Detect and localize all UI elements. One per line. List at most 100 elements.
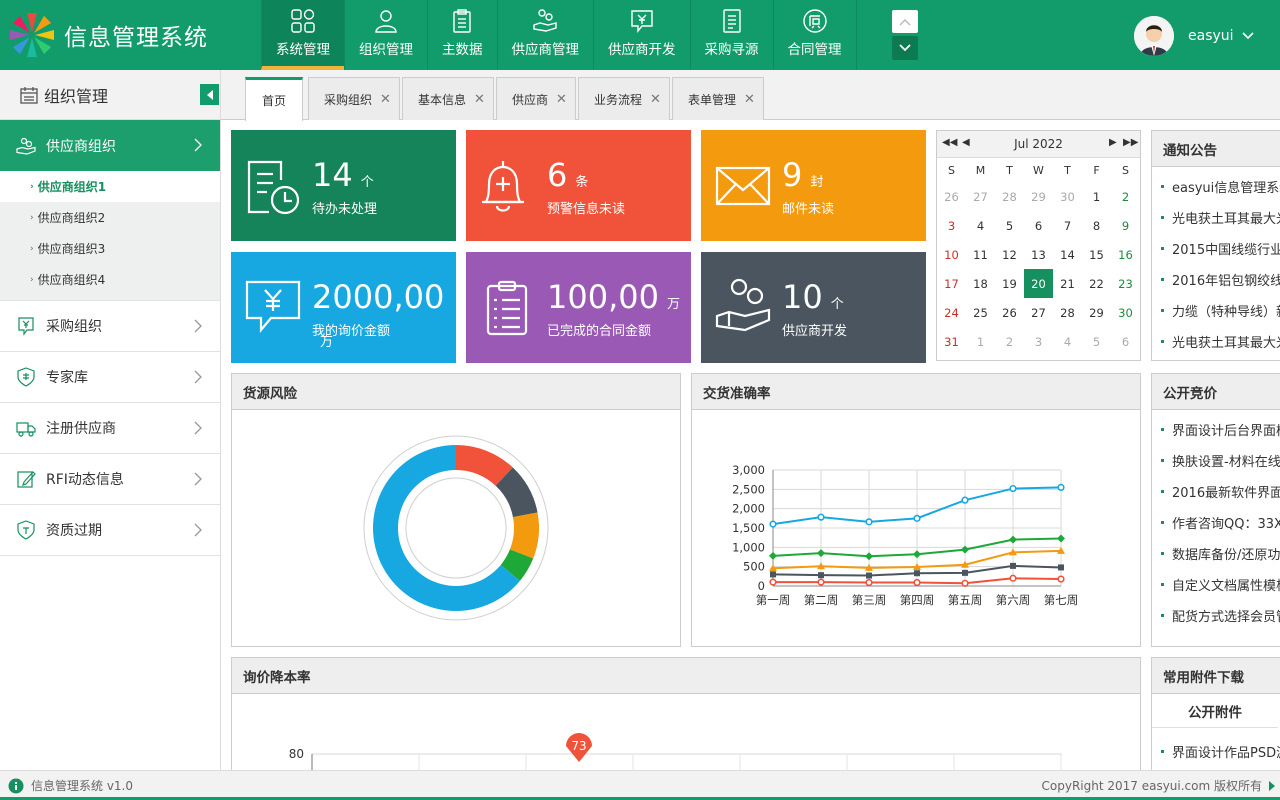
bidding-item[interactable]: 2016最新软件界面设计 xyxy=(1152,476,1280,507)
tile-todo[interactable]: 14 个 待办未处理 xyxy=(231,130,456,241)
submenu-item-supplier-org-1[interactable]: › 供应商组织1 xyxy=(0,171,220,202)
sidebar-item-qualification-expired[interactable]: 资质过期 xyxy=(0,505,220,556)
calendar-day-today[interactable]: 20 xyxy=(1024,269,1053,298)
data-point[interactable] xyxy=(1057,534,1065,543)
data-point[interactable] xyxy=(769,578,777,586)
calendar-day[interactable]: 5 xyxy=(995,211,1024,240)
tile-warnings[interactable]: 6条 预警信息未读 xyxy=(466,130,691,241)
data-point[interactable] xyxy=(1057,575,1065,583)
nav-supplier-dev[interactable]: 供应商开发 xyxy=(593,0,690,70)
data-point[interactable] xyxy=(817,549,825,558)
data-point[interactable] xyxy=(913,578,921,587)
calendar-day[interactable]: 22 xyxy=(1082,269,1111,298)
calendar-day[interactable]: 30 xyxy=(1111,298,1140,327)
data-point[interactable] xyxy=(1010,562,1016,569)
calendar-day[interactable]: 2 xyxy=(1111,182,1140,211)
calendar-day[interactable]: 4 xyxy=(966,211,995,240)
data-point[interactable] xyxy=(1057,483,1065,491)
calendar-day[interactable]: 13 xyxy=(1024,240,1053,269)
close-icon[interactable]: ✕ xyxy=(380,92,391,107)
bidding-item[interactable]: 界面设计后台界面模板 xyxy=(1152,414,1280,445)
data-point[interactable] xyxy=(961,579,969,587)
close-icon[interactable]: ✕ xyxy=(474,92,485,107)
sidebar-item-purchasing-org[interactable]: 采购组织 xyxy=(0,301,220,352)
notice-item[interactable]: easyui信息管理系统发布 xyxy=(1152,171,1280,202)
notice-item[interactable]: 光电获土耳其最大光缆订单 xyxy=(1152,326,1280,357)
nav-organization[interactable]: 组织管理 xyxy=(344,0,427,70)
nav-supplier-mgmt[interactable]: 供应商管理 xyxy=(496,0,594,70)
sidebar-item-supplier-org[interactable]: 供应商组织 xyxy=(0,120,220,171)
calendar-day[interactable]: 26 xyxy=(937,182,966,211)
notice-item[interactable]: 力缆（特种导线）新品上市 xyxy=(1152,295,1280,326)
calendar-day[interactable]: 27 xyxy=(966,182,995,211)
data-point[interactable] xyxy=(865,518,873,526)
calendar-day[interactable]: 1 xyxy=(1082,182,1111,211)
nav-contract[interactable]: 合同管理 xyxy=(772,0,857,70)
data-point[interactable] xyxy=(914,570,920,577)
calendar-day[interactable]: 28 xyxy=(1053,298,1082,327)
data-point[interactable] xyxy=(865,552,873,561)
data-point[interactable] xyxy=(913,514,921,522)
tab-workflow[interactable]: 业务流程 ✕ xyxy=(578,77,670,120)
notice-item[interactable]: 2016年铝包钢绞线市场分析 xyxy=(1152,264,1280,295)
tile-inquiry-amount[interactable]: 2000,00万 我的询价金额 xyxy=(231,252,456,363)
data-point[interactable] xyxy=(1009,484,1017,493)
sidebar-item-register-supplier[interactable]: 注册供应商 xyxy=(0,403,220,454)
nav-system[interactable]: 系统管理 xyxy=(261,0,344,70)
tab-form-mgmt[interactable]: 表单管理 ✕ xyxy=(672,77,764,120)
data-point[interactable] xyxy=(817,578,825,586)
calendar-day[interactable]: 29 xyxy=(1082,298,1111,327)
data-point[interactable] xyxy=(865,578,873,587)
calendar-day[interactable]: 7 xyxy=(1053,211,1082,240)
calendar-day[interactable]: 30 xyxy=(1053,182,1082,211)
calendar-day[interactable]: 6 xyxy=(1024,211,1053,240)
calendar-day[interactable]: 15 xyxy=(1082,240,1111,269)
calendar-day[interactable]: 3 xyxy=(937,211,966,240)
data-point[interactable] xyxy=(962,569,968,576)
nav-scroll-up-button[interactable] xyxy=(892,10,918,33)
data-point[interactable] xyxy=(961,496,969,504)
calendar-day[interactable]: 25 xyxy=(966,298,995,327)
calendar-day[interactable]: 18 xyxy=(966,269,995,298)
attachment-item[interactable]: 界面设计作品PSD源文件 xyxy=(1152,736,1280,767)
calendar-day[interactable]: 3 xyxy=(1024,327,1053,356)
data-point[interactable] xyxy=(866,572,872,579)
tab-home[interactable]: 首页 xyxy=(245,77,304,121)
calendar-day[interactable]: 16 xyxy=(1111,240,1140,269)
calendar-day[interactable]: 11 xyxy=(966,240,995,269)
tab-basic-info[interactable]: 基本信息 ✕ xyxy=(402,77,494,120)
calendar-day[interactable]: 21 xyxy=(1053,269,1082,298)
user-menu[interactable]: easyui xyxy=(1134,15,1254,57)
calendar-day[interactable]: 6 xyxy=(1111,327,1140,356)
calendar-day[interactable]: 14 xyxy=(1053,240,1082,269)
data-point[interactable] xyxy=(1058,564,1064,571)
tile-supplier-dev[interactable]: 10 个 供应商开发 xyxy=(701,252,926,363)
notice-item[interactable]: 2015中国线缆行业发展报告 xyxy=(1152,233,1280,264)
tile-contract-amount[interactable]: 100,00 万 已完成的合同金额 xyxy=(466,252,691,363)
data-point[interactable] xyxy=(1009,535,1017,544)
nav-master-data[interactable]: 主数据 xyxy=(427,0,497,70)
tab-supplier[interactable]: 供应商 ✕ xyxy=(496,77,576,120)
sidebar-collapse-button[interactable] xyxy=(200,84,219,105)
data-point[interactable] xyxy=(913,550,921,559)
notice-item[interactable]: 光电获土耳其最大光纤订单 xyxy=(1152,202,1280,233)
calendar-day[interactable]: 10 xyxy=(937,240,966,269)
calendar-day[interactable]: 1 xyxy=(966,327,995,356)
calendar-day[interactable]: 26 xyxy=(995,298,1024,327)
app-logo[interactable]: 信息管理系统 xyxy=(8,10,218,60)
next-year-icon[interactable]: ▶▶ xyxy=(1123,137,1138,148)
submenu-item-supplier-org-4[interactable]: › 供应商组织4 xyxy=(0,264,220,295)
nav-scroll-down-button[interactable] xyxy=(892,36,918,60)
calendar-day[interactable]: 9 xyxy=(1111,211,1140,240)
calendar-day[interactable]: 23 xyxy=(1111,269,1140,298)
close-icon[interactable]: ✕ xyxy=(744,92,755,107)
next-month-icon[interactable]: ▶ xyxy=(1109,137,1117,148)
calendar-day[interactable]: 29 xyxy=(1024,182,1053,211)
tab-purchasing-org[interactable]: 采购组织 ✕ xyxy=(308,77,400,120)
nav-sourcing[interactable]: 采购寻源 xyxy=(689,0,773,70)
data-point[interactable] xyxy=(769,551,777,560)
data-point[interactable] xyxy=(817,513,825,521)
calendar-day[interactable]: 17 xyxy=(937,269,966,298)
calendar-day[interactable]: 19 xyxy=(995,269,1024,298)
calendar-day[interactable]: 2 xyxy=(995,327,1024,356)
